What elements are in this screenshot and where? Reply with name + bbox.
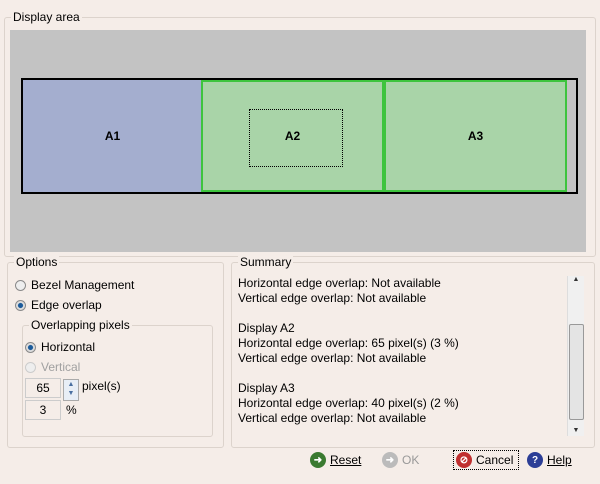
horizontal-radio[interactable]: Horizontal — [25, 340, 95, 354]
cancel-label: Cancel — [476, 453, 514, 467]
ok-button: ➜ OK — [382, 452, 419, 468]
reset-button[interactable]: ➜ Reset — [310, 452, 361, 468]
overlapping-pixels-label: Overlapping pixels — [29, 318, 132, 332]
help-label: Help — [547, 453, 572, 467]
display-a1-label: A1 — [104, 129, 121, 143]
display-a2[interactable]: A2 — [201, 80, 384, 192]
selection-rect — [249, 109, 343, 167]
reset-label: Reset — [330, 453, 362, 467]
help-button[interactable]: ? Help — [527, 452, 572, 468]
summary-scrollbar[interactable]: ▲ ▼ — [567, 276, 584, 436]
cancel-button[interactable]: ⊘ Cancel — [453, 450, 520, 470]
percent-input[interactable]: 3 — [25, 400, 61, 420]
radio-checked-icon — [15, 299, 26, 311]
display-a1[interactable]: A1 — [23, 80, 202, 192]
pixels-spinner[interactable]: ▲ ▼ — [63, 379, 79, 401]
radio-checked-icon — [25, 341, 36, 353]
edge-overlap-radio[interactable]: Edge overlap — [15, 298, 102, 312]
vertical-radio: Vertical — [25, 360, 80, 374]
options-label: Options — [14, 255, 60, 269]
scroll-thumb[interactable] — [569, 324, 584, 420]
arrow-right-icon: ➜ — [310, 452, 326, 468]
summary-line: Display A2 — [238, 321, 295, 335]
display-area-label: Display area — [11, 10, 82, 24]
summary-line: Horizontal edge overlap: Not available — [238, 276, 441, 290]
summary-line: Vertical edge overlap: Not available — [238, 291, 427, 305]
summary-line: Vertical edge overlap: Not available — [238, 411, 427, 425]
summary-label: Summary — [238, 255, 294, 269]
radio-icon — [15, 279, 26, 291]
summary-line: Horizontal edge overlap: 65 pixel(s) (3 … — [238, 336, 459, 350]
summary-line — [238, 366, 566, 381]
display-a3[interactable]: A3 — [384, 80, 567, 192]
summary-line: Vertical edge overlap: Not available — [238, 351, 427, 365]
vertical-label: Vertical — [41, 360, 81, 374]
radio-icon — [25, 361, 36, 373]
horizontal-label: Horizontal — [41, 340, 96, 354]
bezel-label: Bezel Management — [31, 278, 135, 292]
summary-line — [238, 306, 566, 321]
ok-label: OK — [402, 453, 420, 467]
scroll-down-icon[interactable]: ▼ — [568, 427, 584, 434]
help-icon: ? — [527, 452, 543, 468]
display-a3-label: A3 — [467, 129, 484, 143]
pixels-input[interactable]: 65 — [25, 378, 61, 398]
pixels-unit: pixel(s) — [82, 379, 121, 393]
edge-label: Edge overlap — [31, 298, 102, 312]
arrow-right-icon: ➜ — [382, 452, 398, 468]
scroll-up-icon[interactable]: ▲ — [568, 276, 584, 290]
summary-line: Horizontal edge overlap: 40 pixel(s) (2 … — [238, 396, 459, 410]
summary-line: Display A3 — [238, 381, 295, 395]
percent-unit: % — [66, 403, 77, 417]
summary-text: Horizontal edge overlap: Not available V… — [238, 276, 566, 436]
cancel-icon: ⊘ — [456, 452, 472, 468]
bezel-management-radio[interactable]: Bezel Management — [15, 278, 134, 292]
